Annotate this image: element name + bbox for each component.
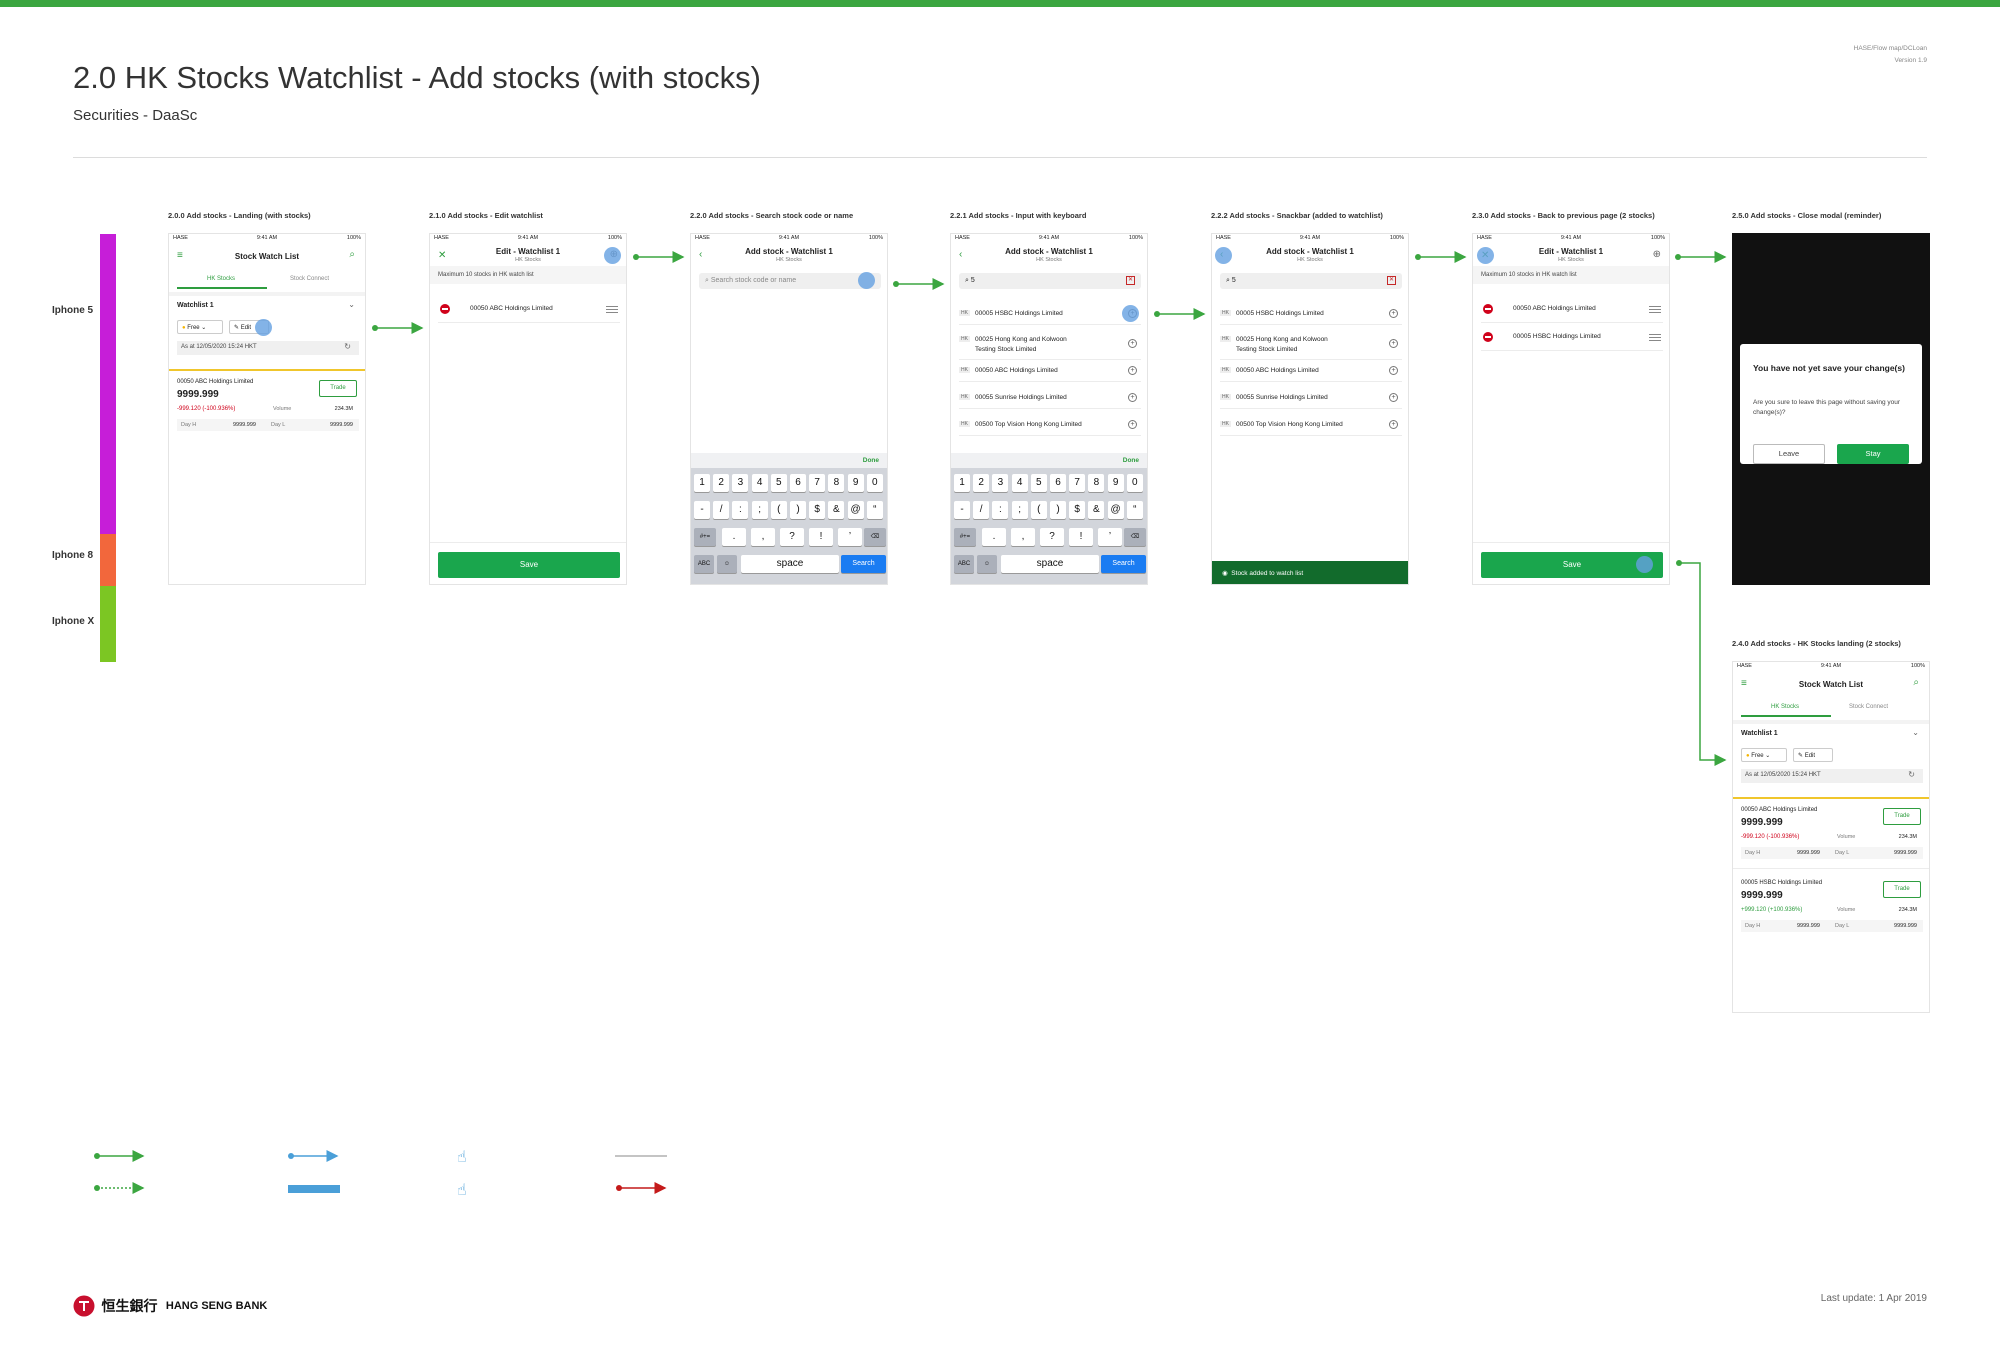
legend-arrow-green-solid bbox=[94, 1150, 145, 1162]
bank-chinese-name: 恒生銀行 bbox=[101, 1298, 158, 1314]
legend-arrow-red bbox=[616, 1182, 667, 1194]
legend-blue-bar bbox=[288, 1185, 340, 1193]
flow-arrow-2-2-2-to-2-3-0 bbox=[1415, 251, 1467, 263]
legend-arrow-blue bbox=[288, 1150, 339, 1162]
flow-arrow-2-0-0-to-2-1-0 bbox=[372, 322, 424, 334]
flow-arrow-2-2-1-to-2-2-2 bbox=[1154, 308, 1206, 320]
legend-arrow-green-dotted bbox=[94, 1182, 145, 1194]
flow-arrow-2-3-0-to-2-5-0 bbox=[1675, 251, 1727, 263]
hang-seng-emblem-icon bbox=[73, 1295, 95, 1317]
bank-name: HANG SENG BANK bbox=[165, 1300, 268, 1312]
legend-double-tap-icon: ☝ bbox=[457, 1180, 467, 1199]
legend-tap-icon: ☝ bbox=[457, 1147, 467, 1166]
hang-seng-logo: 恒生銀行 HANG SENG BANK bbox=[73, 1295, 267, 1317]
flow-arrow-2-1-0-to-2-2-0 bbox=[633, 251, 685, 263]
last-update: Last update: 1 Apr 2019 bbox=[1820, 1293, 1927, 1304]
flow-arrows: ☝ ☝ bbox=[94, 251, 1727, 1199]
flow-arrow-2-2-0-to-2-2-1 bbox=[893, 278, 945, 290]
svg-text:☝: ☝ bbox=[457, 1180, 467, 1199]
flow-arrow-2-3-0-to-2-4-0 bbox=[1676, 560, 1727, 766]
svg-text:☝: ☝ bbox=[457, 1147, 467, 1166]
